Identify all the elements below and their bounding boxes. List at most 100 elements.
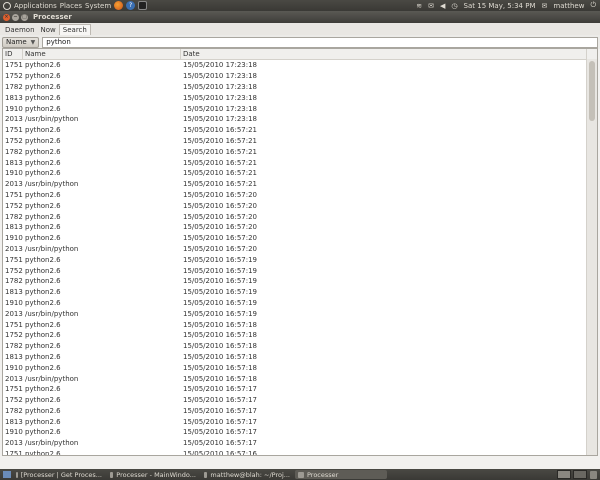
menu-system[interactable]: System — [85, 2, 111, 10]
table-row[interactable]: 1752 python2.6 15/05/2010 17:23:18 — [3, 71, 597, 82]
table-row[interactable]: 1751 python2.6 15/05/2010 16:57:17 — [3, 384, 597, 395]
volume-icon[interactable]: ◀ — [440, 2, 445, 10]
tab-search[interactable]: Search — [58, 24, 91, 35]
help-launcher-icon[interactable]: ? — [126, 1, 136, 10]
network-icon[interactable]: ≋ — [416, 2, 422, 10]
table-row[interactable]: 1782 python2.6 15/05/2010 16:57:17 — [3, 406, 597, 417]
workspace-1[interactable] — [557, 470, 571, 479]
cell-name: python2.6 — [25, 61, 61, 70]
cell-id: 1910 — [5, 169, 23, 178]
window-icon — [110, 471, 114, 478]
table-row[interactable]: 1910 python2.6 15/05/2010 17:23:18 — [3, 103, 597, 114]
table-row[interactable]: 2013/usr/bin/python 15/05/2010 17:23:18 — [3, 114, 597, 125]
column-header-name[interactable]: Name — [23, 49, 181, 59]
cell-name: python2.6 — [25, 126, 61, 135]
window-titlebar[interactable]: × − □ Processer — [0, 11, 600, 23]
table-row[interactable]: 2013/usr/bin/python 15/05/2010 16:57:20 — [3, 244, 597, 255]
mail-icon[interactable]: ✉ — [428, 2, 434, 10]
cell-name: python2.6 — [25, 82, 61, 91]
menu-applications[interactable]: Applications — [14, 2, 57, 10]
table-row[interactable]: 1752 python2.6 15/05/2010 16:57:17 — [3, 395, 597, 406]
ubuntu-logo-icon[interactable] — [3, 1, 11, 10]
cell-id: 1813 — [5, 223, 23, 232]
table-row[interactable]: 1782 python2.6 15/05/2010 16:57:19 — [3, 276, 597, 287]
cell-date: 15/05/2010 16:57:21 — [183, 158, 258, 167]
cell-id: 1782 — [5, 342, 23, 351]
workspace-2[interactable] — [573, 470, 587, 479]
cell-date: 15/05/2010 16:57:18 — [183, 352, 258, 361]
top-menu: Applications Places System ? — [0, 1, 148, 10]
column-header-date[interactable]: Date — [181, 49, 587, 59]
vertical-scrollbar[interactable] — [586, 59, 597, 455]
table-row[interactable]: 1782 python2.6 15/05/2010 17:23:18 — [3, 82, 597, 93]
cell-name: python2.6 — [25, 277, 61, 286]
cell-id: 1752 — [5, 266, 23, 275]
table-row[interactable]: 1782 python2.6 15/05/2010 16:57:20 — [3, 211, 597, 222]
table-row[interactable]: 1813 python2.6 15/05/2010 16:57:17 — [3, 416, 597, 427]
table-row[interactable]: 1751 python2.6 15/05/2010 16:57:21 — [3, 125, 597, 136]
taskbar-item[interactable]: matthew@blah: ~/Proj... — [201, 470, 293, 479]
trash-icon[interactable] — [590, 470, 597, 479]
table-row[interactable]: 2013/usr/bin/python 15/05/2010 16:57:18 — [3, 373, 597, 384]
cell-id: 1782 — [5, 147, 23, 156]
close-icon[interactable]: × — [3, 13, 10, 21]
table-row[interactable]: 1752 python2.6 15/05/2010 16:57:21 — [3, 136, 597, 147]
cell-name: python2.6 — [25, 190, 61, 199]
cell-name: python2.6 — [25, 93, 61, 102]
table-header: ID Name Date — [3, 49, 597, 60]
table-row[interactable]: 1751 python2.6 15/05/2010 16:57:19 — [3, 254, 597, 265]
tab-now[interactable]: Now — [38, 26, 59, 35]
clock[interactable]: Sat 15 May, 5:34 PM — [464, 2, 536, 10]
scrollbar-thumb[interactable] — [589, 61, 595, 121]
table-row[interactable]: 1910 python2.6 15/05/2010 16:57:17 — [3, 427, 597, 438]
table-row[interactable]: 1752 python2.6 15/05/2010 16:57:20 — [3, 200, 597, 211]
table-row[interactable]: 2013/usr/bin/python 15/05/2010 16:57:21 — [3, 179, 597, 190]
show-desktop-icon[interactable] — [3, 471, 11, 478]
table-row[interactable]: 1751 python2.6 15/05/2010 16:57:18 — [3, 319, 597, 330]
terminal-launcher-icon[interactable] — [138, 1, 148, 10]
cell-name: python2.6 — [25, 266, 61, 275]
cell-id: 1751 — [5, 126, 23, 135]
menu-places[interactable]: Places — [60, 2, 82, 10]
cell-id: 1751 — [5, 385, 23, 394]
results-table: ID Name Date 1751 python2.6 15/05/2010 17:… — [2, 48, 598, 456]
cell-id: 1751 — [5, 190, 23, 199]
taskbar-item[interactable]: Processer — [295, 470, 387, 479]
user-name[interactable]: matthew — [553, 2, 584, 10]
table-row[interactable]: 2013/usr/bin/python 15/05/2010 16:57:17 — [3, 438, 597, 449]
taskbar-item[interactable]: Processer - MainWindo... — [107, 470, 199, 479]
minimize-icon[interactable]: − — [12, 13, 19, 21]
table-row[interactable]: 1910 python2.6 15/05/2010 16:57:21 — [3, 168, 597, 179]
table-row[interactable]: 1813 python2.6 15/05/2010 16:57:21 — [3, 157, 597, 168]
table-row[interactable]: 1782 python2.6 15/05/2010 16:57:18 — [3, 341, 597, 352]
filter-field-select[interactable]: Name ▼ — [2, 36, 40, 48]
table-row[interactable]: 1910 python2.6 15/05/2010 16:57:20 — [3, 233, 597, 244]
table-row[interactable]: 1752 python2.6 15/05/2010 16:57:18 — [3, 330, 597, 341]
table-row[interactable]: 2013/usr/bin/python 15/05/2010 16:57:19 — [3, 308, 597, 319]
table-row[interactable]: 1813 python2.6 15/05/2010 16:57:19 — [3, 287, 597, 298]
cell-date: 15/05/2010 16:57:21 — [183, 126, 258, 135]
table-row[interactable]: 1910 python2.6 15/05/2010 16:57:19 — [3, 298, 597, 309]
cell-date: 15/05/2010 16:57:17 — [183, 417, 258, 426]
cell-id: 2013 — [5, 374, 23, 383]
cell-id: 1752 — [5, 396, 23, 405]
cell-date: 15/05/2010 16:57:19 — [183, 255, 258, 264]
table-row[interactable]: 1751 python2.6 15/05/2010 16:57:20 — [3, 190, 597, 201]
taskbar-item-label: matthew@blah: ~/Proj... — [210, 470, 290, 479]
taskbar-item-label: Processer — [307, 470, 339, 479]
table-row[interactable]: 1751 python2.6 15/05/2010 16:57:16 — [3, 449, 597, 455]
table-row[interactable]: 1813 python2.6 15/05/2010 17:23:18 — [3, 92, 597, 103]
search-input[interactable] — [42, 36, 599, 48]
table-row[interactable]: 1782 python2.6 15/05/2010 16:57:21 — [3, 146, 597, 157]
firefox-launcher-icon[interactable] — [114, 1, 124, 10]
table-row[interactable]: 1751 python2.6 15/05/2010 17:23:18 — [3, 60, 597, 71]
table-row[interactable]: 1813 python2.6 15/05/2010 16:57:20 — [3, 222, 597, 233]
tab-daemon[interactable]: Daemon — [2, 26, 38, 35]
table-row[interactable]: 1752 python2.6 15/05/2010 16:57:19 — [3, 265, 597, 276]
table-row[interactable]: 1910 python2.6 15/05/2010 16:57:18 — [3, 362, 597, 373]
taskbar-item[interactable]: [Processer | Get Proces... — [13, 470, 105, 479]
column-header-id[interactable]: ID — [3, 49, 23, 59]
table-row[interactable]: 1813 python2.6 15/05/2010 16:57:18 — [3, 352, 597, 363]
power-icon[interactable]: ⏻ — [590, 1, 596, 10]
maximize-icon[interactable]: □ — [21, 13, 28, 21]
